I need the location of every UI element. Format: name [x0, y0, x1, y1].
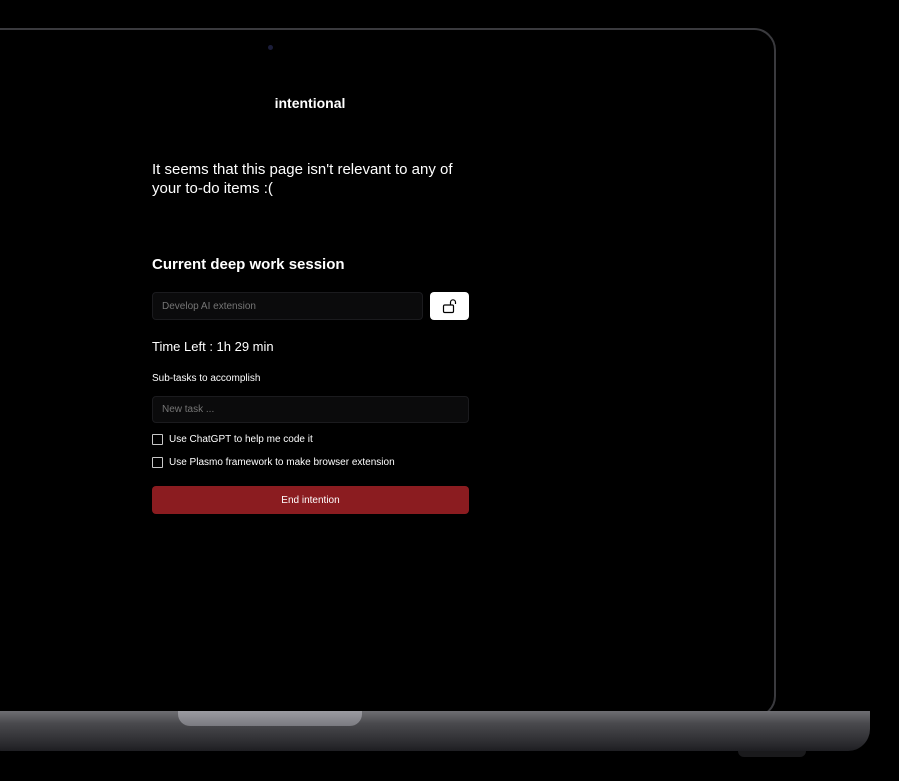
- subtask-checkbox[interactable]: [152, 457, 163, 468]
- lock-button[interactable]: [430, 292, 469, 320]
- subtask-label: Use ChatGPT to help me code it: [169, 434, 313, 445]
- laptop-lid: [0, 28, 776, 741]
- unlock-icon: [442, 299, 456, 314]
- laptop-base: [0, 711, 870, 751]
- new-task-input[interactable]: [152, 396, 469, 423]
- subtask-item[interactable]: Use Plasmo framework to make browser ext…: [152, 457, 395, 468]
- session-heading: Current deep work session: [152, 256, 345, 273]
- laptop-foot: [738, 751, 806, 757]
- irrelevance-message: It seems that this page isn't relevant t…: [152, 161, 453, 197]
- end-intention-button[interactable]: End intention: [152, 486, 469, 514]
- session-input[interactable]: [152, 292, 423, 320]
- camera-icon: [268, 45, 273, 50]
- subtask-label: Use Plasmo framework to make browser ext…: [169, 457, 395, 468]
- subtasks-label: Sub-tasks to accomplish: [152, 373, 261, 384]
- subtask-item[interactable]: Use ChatGPT to help me code it: [152, 434, 313, 445]
- app-title: intentional: [274, 95, 346, 111]
- time-left: Time Left : 1h 29 min: [152, 339, 274, 354]
- laptop-notch: [178, 711, 362, 726]
- subtask-checkbox[interactable]: [152, 434, 163, 445]
